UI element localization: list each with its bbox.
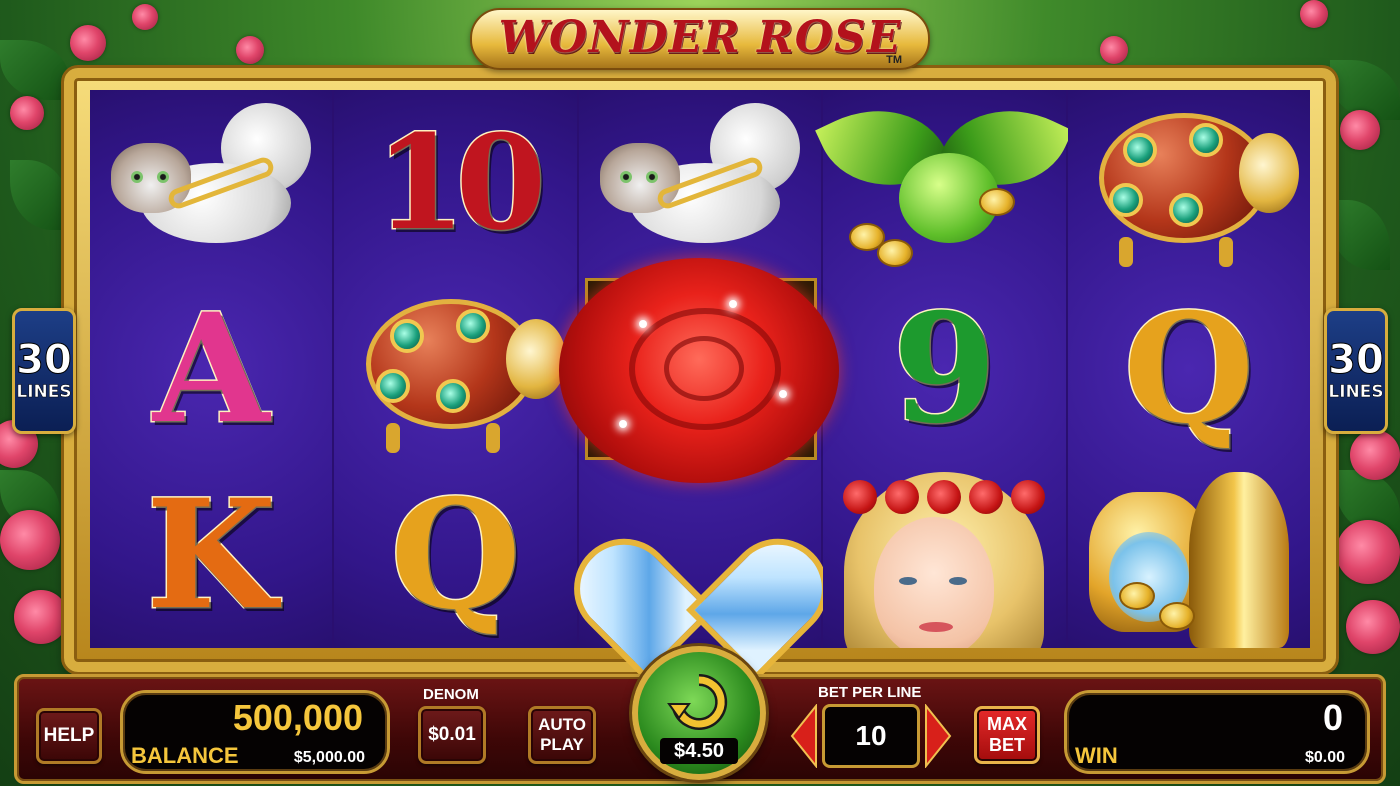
max-bet-button[interactable]: MAX BET	[974, 706, 1040, 764]
card-10-label: 10	[374, 106, 548, 259]
denom-title: DENOM	[423, 686, 479, 703]
symbol-jeweled-beetle	[334, 276, 576, 462]
autoplay-line-2: PLAY	[540, 735, 584, 754]
card-a-label: A	[151, 281, 270, 457]
card-9-label: 9	[891, 281, 998, 457]
symbol-persian-cat	[579, 90, 821, 276]
persian-cat-icon	[111, 103, 312, 263]
help-label: HELP	[43, 725, 95, 746]
balance-credits: 500,000	[232, 697, 363, 738]
paylines-label: LINES	[16, 382, 72, 403]
reel-2: 10 Q	[334, 90, 579, 648]
paylines-count: 30	[16, 337, 73, 383]
autoplay-line-1: AUTO	[538, 715, 586, 735]
reel-1: A K	[90, 90, 335, 648]
symbol-golden-statue	[1068, 462, 1310, 648]
max-bet-line-2: BET	[989, 735, 1025, 755]
max-bet-line-1: MAX	[987, 714, 1027, 735]
autoplay-label: AUTO PLAY	[538, 715, 586, 754]
symbol-green-bird	[815, 83, 1074, 276]
spin-button[interactable]: $4.50	[632, 646, 766, 780]
jeweled-beetle-icon	[346, 279, 566, 459]
win-cash: $0.00	[1304, 749, 1345, 766]
balance-label: BALANCE	[131, 743, 239, 768]
game-title: WONDER ROSE	[498, 11, 902, 63]
bet-per-line-title: BET PER LINE	[818, 684, 922, 701]
bet-per-line-value: 10	[855, 720, 887, 751]
balance-panel: 500,000 BALANCE $5,000.00	[120, 690, 390, 774]
symbol-diamond-heart	[553, 462, 849, 681]
symbol-10: 10	[334, 90, 576, 276]
bet-per-line-display: 10	[822, 704, 920, 768]
trademark: TM	[886, 54, 902, 66]
max-bet-label: MAX BET	[987, 714, 1027, 755]
card-q-label: Q	[389, 467, 523, 643]
bet-increase-arrow-icon[interactable]	[924, 704, 952, 768]
diamond-heart-icon	[553, 470, 849, 681]
rose-maiden-icon	[839, 462, 1049, 648]
reel-3	[553, 90, 849, 681]
reel-5: Q	[1067, 90, 1311, 648]
symbol-persian-cat	[90, 90, 332, 276]
paylines-count: 30	[1328, 337, 1385, 383]
card-k-label: K	[145, 467, 278, 643]
spin-cost: $4.50	[660, 738, 738, 764]
help-button[interactable]: HELP	[36, 708, 102, 764]
persian-cat-icon	[600, 103, 801, 263]
balance-cash: $5,000.00	[293, 749, 365, 766]
denom-value: $0.01	[428, 724, 476, 745]
win-panel: 0 WIN $0.00	[1064, 690, 1370, 774]
card-q-label: Q	[1122, 281, 1256, 457]
red-rose-icon	[558, 258, 839, 483]
win-credits: 0	[1322, 697, 1343, 738]
win-label: WIN	[1075, 743, 1118, 768]
reel-grid: A K 10 Q 9 Q	[90, 83, 1311, 681]
paylines-badge-right: 30 LINES	[1324, 308, 1388, 434]
paylines-label: LINES	[1328, 382, 1384, 403]
denom-button[interactable]: $0.01	[418, 706, 486, 764]
reel-4: 9	[815, 83, 1074, 648]
symbol-9: 9	[823, 276, 1065, 462]
symbol-q: Q	[334, 462, 576, 648]
symbol-k: K	[90, 462, 332, 648]
symbol-q: Q	[1068, 276, 1310, 462]
golden-statue-icon	[1079, 462, 1299, 648]
game-logo: WONDER ROSE TM	[470, 0, 930, 74]
spin-arrow-icon	[667, 673, 728, 730]
symbol-a: A	[90, 276, 332, 462]
symbol-rose-maiden	[823, 462, 1065, 648]
autoplay-button[interactable]: AUTO PLAY	[528, 706, 596, 764]
green-bird-icon	[815, 83, 1074, 273]
bet-decrease-arrow-icon[interactable]	[790, 704, 818, 768]
paylines-badge-left: 30 LINES	[12, 308, 76, 434]
jeweled-beetle-icon	[1079, 93, 1299, 273]
symbol-jeweled-beetle	[1068, 90, 1310, 276]
